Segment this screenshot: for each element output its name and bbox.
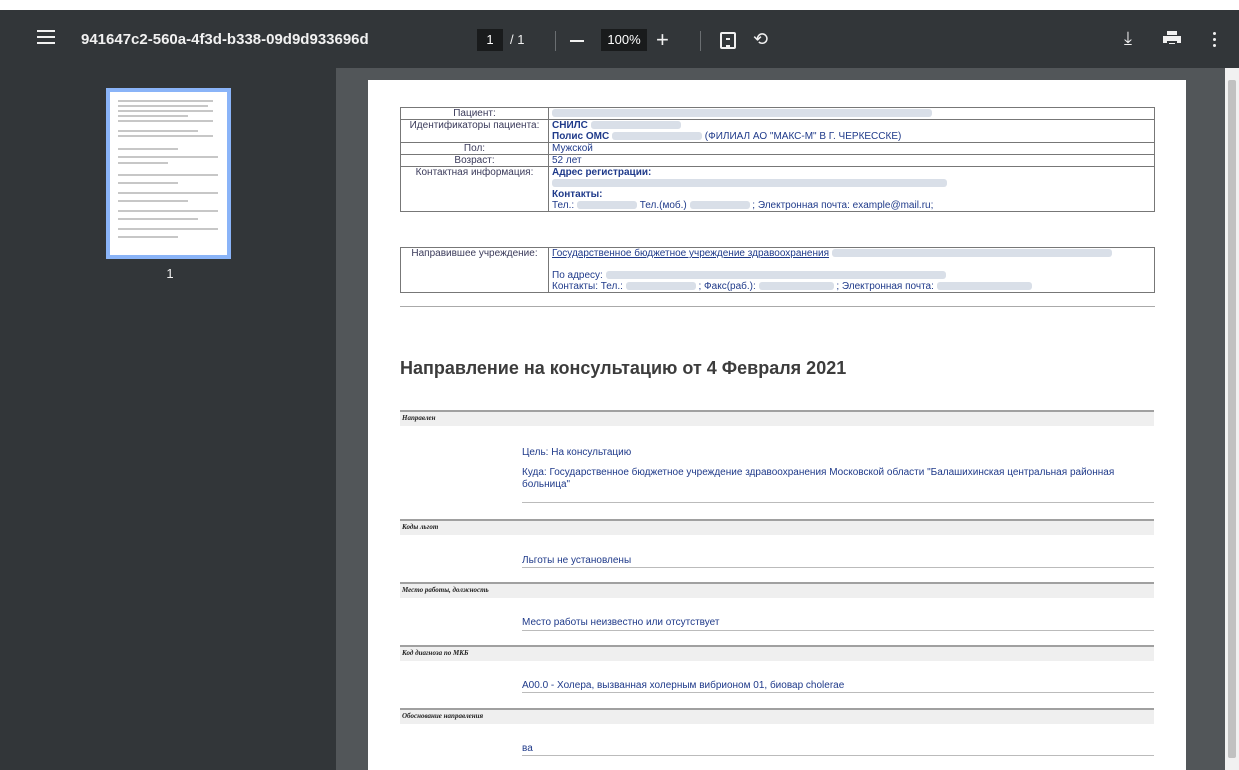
menu-icon[interactable] <box>37 30 55 44</box>
section-text: ва <box>522 743 533 754</box>
section-title: Код диагноза по МКБ <box>402 649 469 657</box>
referrer-address-label: По адресу: <box>552 270 603 281</box>
patient-label: Пациент: <box>400 107 549 120</box>
section-text: Место работы неизвестно или отсутствует <box>522 617 720 628</box>
redacted-value <box>936 282 1032 291</box>
print-icon[interactable] <box>1163 31 1181 47</box>
section-title: Место работы, должность <box>402 586 489 594</box>
section-divider <box>522 630 1154 631</box>
window-top-strip <box>0 0 1239 10</box>
section-title: Направлен <box>402 414 436 422</box>
redacted-value <box>612 132 702 141</box>
section-text: Льготы не установлены <box>522 555 632 566</box>
thumbnail-page-number: 1 <box>166 266 174 281</box>
section-divider <box>522 755 1154 756</box>
oms-insurer: (ФИЛИАЛ АО "МАКС-М" В Г. ЧЕРКЕССКЕ) <box>704 131 902 142</box>
redacted-value <box>590 121 681 130</box>
section-divider <box>522 502 1154 503</box>
page-number-input[interactable]: 1 <box>477 29 503 51</box>
section-title: Обоснование направления <box>402 712 484 720</box>
zoom-out-icon[interactable] <box>570 40 584 42</box>
contact-label: Контактная информация: <box>400 166 549 212</box>
section-text: Цель: На консультацию <box>522 447 632 458</box>
table-row: Контактная информация: Адрес регистрации… <box>400 166 1155 212</box>
sex-label: Пол: <box>400 142 549 155</box>
rotate-icon[interactable]: ⟲ <box>753 29 768 50</box>
patient-info-table: Пациент: Идентификаторы пациента: СНИЛС … <box>400 107 1155 212</box>
email-text: ; Электронная почта: example@mail.ru; <box>752 200 934 211</box>
mobile-label: Тел.(моб.) <box>639 200 687 211</box>
referrer-email-label: ; Электронная почта: <box>836 281 934 292</box>
redacted-value <box>552 179 947 188</box>
document-heading: Направление на консультацию от 4 Февраля… <box>400 358 847 378</box>
section-divider <box>522 692 1154 693</box>
section-header: Код диагноза по МКБ <box>400 645 1154 661</box>
ids-label: Идентификаторы пациента: <box>400 119 549 143</box>
sex-value: Мужской <box>548 142 1155 155</box>
zoom-in-icon[interactable]: + <box>656 28 669 52</box>
address-label: Адрес регистрации: <box>552 167 652 178</box>
snils-label: СНИЛС <box>552 120 588 131</box>
fit-page-icon[interactable] <box>720 32 736 49</box>
download-icon[interactable]: ⤓ <box>1124 28 1132 49</box>
redacted-value <box>605 271 946 280</box>
redacted-value <box>552 109 932 118</box>
section-title: Коды льгот <box>402 523 439 531</box>
section-header: Коды льгот <box>400 519 1154 535</box>
referrer-fax-label: ; Факс(раб.): <box>698 281 756 292</box>
section-header: Направлен <box>400 410 1154 426</box>
scrollbar[interactable] <box>1225 68 1239 770</box>
section-divider <box>522 567 1154 568</box>
scrollbar-thumb[interactable] <box>1228 80 1236 758</box>
table-row: Возраст: 52 лет <box>400 154 1155 167</box>
toolbar-divider <box>700 31 701 51</box>
table-row: Пол: Мужской <box>400 142 1155 155</box>
referrer-label: Направившее учреждение: <box>400 247 549 293</box>
referrer-name: Государственное бюджетное учреждение здр… <box>552 248 830 259</box>
section-text: Куда: Государственное бюджетное учрежден… <box>522 467 1115 478</box>
contacts-label: Контакты: <box>552 189 603 200</box>
page-total: / 1 <box>510 32 525 47</box>
redacted-value <box>831 249 1112 258</box>
toolbar-divider <box>555 31 556 51</box>
page-thumbnail[interactable] <box>106 88 231 259</box>
age-value: 52 лет <box>548 154 1155 167</box>
redacted-value <box>758 282 834 291</box>
horizontal-rule <box>400 306 1155 307</box>
oms-label: Полис ОМС <box>552 131 610 142</box>
age-label: Возраст: <box>400 154 549 167</box>
more-options-icon[interactable] <box>1213 32 1217 50</box>
section-text: больница" <box>522 479 571 490</box>
referrer-contacts-label: Контакты: Тел.: <box>552 281 623 292</box>
document-title: 941647c2-560a-4f3d-b338-09d9d933696d <box>81 31 369 48</box>
section-header: Место работы, должность <box>400 582 1154 598</box>
table-row: Идентификаторы пациента: СНИЛС Полис ОМС… <box>400 119 1155 143</box>
phone-label: Тел.: <box>552 200 575 211</box>
table-row: Направившее учреждение: Государственное … <box>400 247 1155 293</box>
redacted-value <box>689 201 750 210</box>
table-row: Пациент: <box>400 107 1155 120</box>
section-text: A00.0 - Холера, вызванная холерным вибри… <box>522 680 845 691</box>
thumbnail-sidebar: 1 <box>0 68 336 770</box>
section-header: Обоснование направления <box>400 708 1154 724</box>
redacted-value <box>625 282 696 291</box>
redacted-value <box>576 201 637 210</box>
zoom-level-input[interactable]: 100% <box>601 29 647 51</box>
referrer-table: Направившее учреждение: Государственное … <box>400 247 1155 293</box>
